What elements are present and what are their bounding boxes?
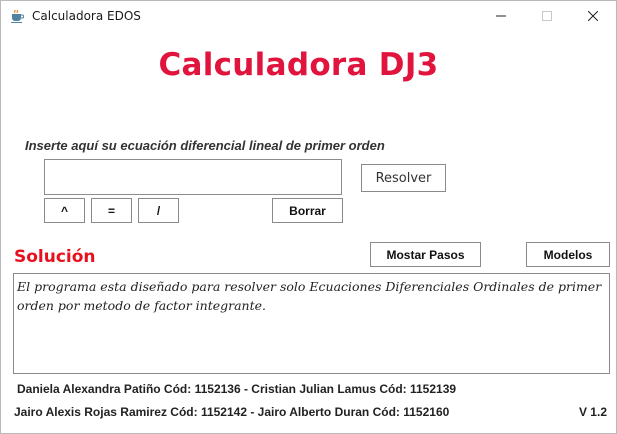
equation-input[interactable] bbox=[44, 159, 342, 195]
modelos-button[interactable]: Modelos bbox=[526, 242, 610, 267]
credits-line-2: Jairo Alexis Rojas Ramirez Cód: 1152142 … bbox=[14, 405, 450, 419]
maximize-icon bbox=[542, 8, 552, 26]
app-window: Calculadora EDOS Calculadora DJ3 Inserte… bbox=[0, 0, 617, 434]
insert-slash-button[interactable]: / bbox=[138, 198, 179, 223]
version-label: V 1.2 bbox=[578, 405, 607, 419]
java-cup-icon bbox=[10, 9, 25, 23]
maximize-button[interactable] bbox=[524, 1, 570, 32]
mostrar-pasos-button[interactable]: Mostar Pasos bbox=[370, 242, 481, 267]
solution-heading: Solución bbox=[14, 247, 96, 267]
equation-prompt-label: Inserte aquí su ecuación diferencial lin… bbox=[25, 138, 385, 153]
window-title: Calculadora EDOS bbox=[32, 9, 141, 23]
solution-output-area[interactable]: El programa esta diseñado para resolver … bbox=[13, 273, 610, 374]
credits-line-1: Daniela Alexandra Patiño Cód: 1152136 - … bbox=[17, 382, 457, 396]
insert-caret-button[interactable]: ^ bbox=[44, 198, 85, 223]
title-bar[interactable]: Calculadora EDOS bbox=[1, 1, 616, 32]
resolver-button[interactable]: Resolver bbox=[361, 164, 446, 192]
close-icon bbox=[587, 8, 599, 26]
borrar-button[interactable]: Borrar bbox=[272, 198, 343, 223]
app-heading: Calculadora DJ3 bbox=[158, 47, 439, 83]
close-button[interactable] bbox=[570, 1, 616, 32]
minimize-button[interactable] bbox=[478, 1, 524, 32]
insert-equals-button[interactable]: = bbox=[91, 198, 132, 223]
minimize-icon bbox=[496, 8, 506, 26]
